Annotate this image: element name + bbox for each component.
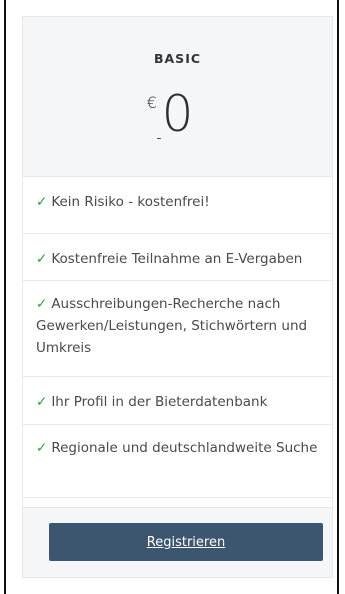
register-button[interactable]: Registrieren (49, 523, 323, 561)
price-currency: € (146, 93, 157, 112)
check-icon: ✓ (36, 296, 48, 312)
feature-text: Ausschreibungen-Recherche nach Gewerken/… (36, 296, 308, 356)
price-value: 0 (161, 85, 194, 143)
feature-text: Ihr Profil in der Bieterdatenbank (51, 394, 268, 410)
pricing-card: BASIC € 0 ✓ Kein Risiko - kostenfrei! ✓ Ko… (22, 16, 333, 578)
feature-item: ✓ Ausschreibungen-Recherche nach Gewerken… (23, 281, 332, 377)
pricing-card-header: BASIC € 0 (23, 17, 332, 177)
check-icon: ✓ (36, 394, 48, 410)
feature-item: ✓ Kostenfreie Teilnahme an E-Vergaben (23, 234, 332, 281)
page-frame: BASIC € 0 ✓ Kein Risiko - kostenfrei! ✓ Ko… (4, 0, 339, 594)
price-period-mark (156, 138, 161, 139)
check-icon: ✓ (36, 194, 48, 210)
feature-list: ✓ Kein Risiko - kostenfrei! ✓ Kostenfreie … (23, 177, 332, 498)
feature-item: ✓ Ihr Profil in der Bieterdatenbank (23, 377, 332, 425)
plan-name: BASIC (153, 51, 202, 66)
feature-item: ✓ Kein Risiko - kostenfrei! (23, 177, 332, 234)
feature-text: Kein Risiko - kostenfrei! (51, 194, 210, 210)
pricing-card-footer: Registrieren (23, 507, 332, 577)
check-icon: ✓ (36, 251, 48, 267)
price: € 0 (23, 89, 332, 149)
feature-text: Kostenfreie Teilnahme an E-Vergaben (51, 251, 303, 267)
price-display: € 0 (147, 89, 193, 139)
check-icon: ✓ (36, 440, 48, 456)
feature-text: Regionale und deutschlandweite Suche (51, 440, 318, 456)
feature-item: ✓ Regionale und deutschlandweite Suche (23, 425, 332, 498)
